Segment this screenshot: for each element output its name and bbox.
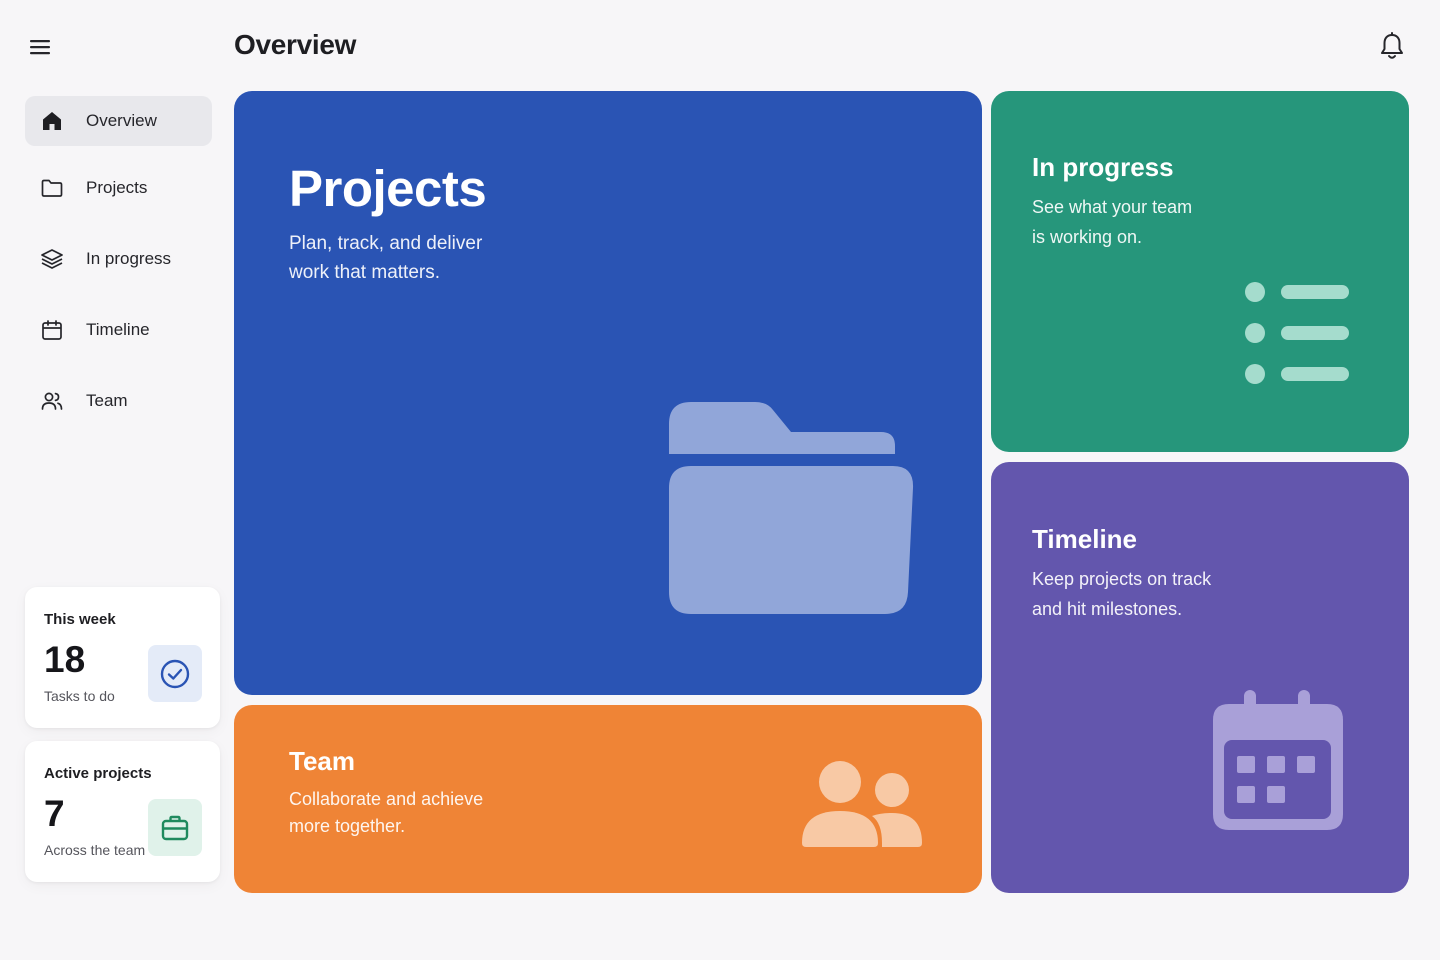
tile-description-line: and hit milestones. — [1032, 599, 1183, 619]
sidebar-item-label: In progress — [86, 249, 172, 268]
stat-card-active-projects: Active projects 7 Across the team — [25, 741, 220, 882]
page-title: Overview — [234, 29, 357, 60]
sidebar-item-label: Timeline — [86, 320, 150, 339]
tile-description-line: work that matters. — [289, 262, 440, 283]
sidebar-item-in-progress[interactable]: In progress — [25, 234, 212, 284]
tile-description-line: Collaborate and achieve — [289, 789, 484, 809]
menu-button[interactable] — [26, 34, 54, 60]
stat-title: Active projects — [44, 765, 152, 782]
home-icon — [39, 108, 65, 134]
bell-icon — [1381, 32, 1403, 59]
tile-projects[interactable]: Projects Plan, track, and deliver work t… — [234, 91, 982, 695]
notifications-button[interactable] — [1376, 30, 1408, 64]
sidebar-item-label: Projects — [86, 178, 148, 197]
users-icon — [802, 761, 922, 847]
sidebar-item-label: Overview — [86, 111, 157, 130]
stat-badge — [148, 799, 202, 856]
stat-card-this-week: This week 18 Tasks to do — [25, 587, 220, 728]
tile-description-line: is working on. — [1032, 227, 1143, 247]
tile-title: Projects — [289, 160, 487, 217]
sidebar-item-team[interactable]: Team — [25, 376, 212, 426]
sidebar-item-projects[interactable]: Projects — [25, 163, 212, 213]
tile-description-line: more together. — [289, 816, 406, 836]
sidebar-item-label: Team — [86, 391, 128, 410]
tile-timeline[interactable]: Timeline Keep projects on track and hit … — [991, 462, 1409, 893]
tile-title: Timeline — [1032, 524, 1138, 554]
stat-subtitle: Across the team — [44, 842, 146, 858]
layers-icon — [39, 246, 65, 272]
stat-subtitle: Tasks to do — [44, 688, 115, 704]
sidebar-item-overview[interactable]: Overview — [25, 96, 212, 146]
stat-value: 18 — [44, 639, 86, 680]
folder-icon — [669, 402, 914, 614]
calendar-icon — [39, 317, 65, 343]
folder-icon — [39, 175, 65, 201]
users-icon — [39, 388, 65, 414]
tile-title: In progress — [1032, 152, 1174, 182]
hamburger-menu-icon — [30, 40, 50, 55]
tile-team[interactable]: Team Collaborate and achieve more togeth… — [234, 705, 982, 893]
tile-description-line: Plan, track, and deliver — [289, 233, 483, 254]
stat-title: This week — [44, 611, 116, 628]
tile-description-line: Keep projects on track — [1032, 569, 1212, 589]
tile-description-line: See what your team — [1032, 197, 1193, 217]
list-icon — [1245, 282, 1349, 384]
tile-in-progress[interactable]: In progress See what your team is workin… — [991, 91, 1409, 452]
briefcase-icon — [161, 815, 189, 840]
sidebar-item-timeline[interactable]: Timeline — [25, 305, 212, 355]
stat-badge — [148, 645, 202, 702]
check-circle-icon — [160, 659, 190, 688]
tile-title: Team — [289, 746, 355, 776]
calendar-icon — [1213, 690, 1343, 830]
stat-value: 7 — [44, 793, 65, 834]
